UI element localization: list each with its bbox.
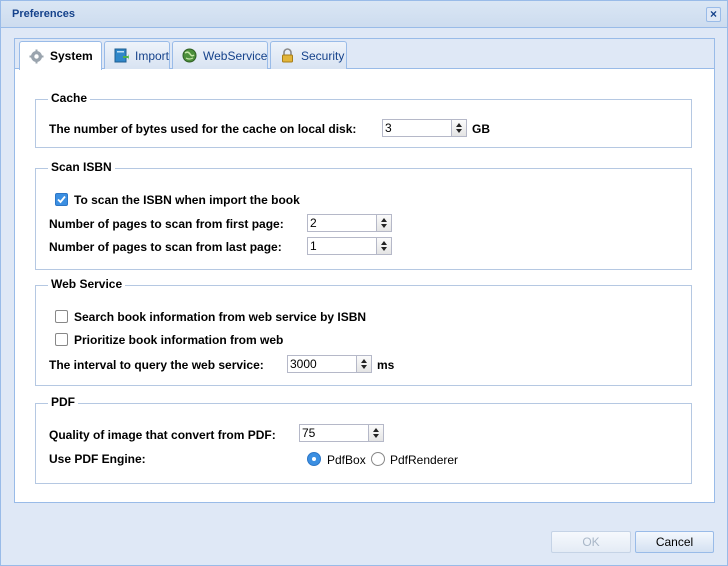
- pdf-fieldset: PDF Quality of image that convert from P…: [35, 395, 692, 484]
- tab-webservice[interactable]: WebService: [172, 41, 268, 69]
- ok-button[interactable]: OK: [551, 531, 631, 553]
- web-service-legend: Web Service: [48, 277, 126, 291]
- tab-strip: System Import WebService Security: [15, 39, 714, 70]
- interval-spinner[interactable]: 3000: [287, 355, 372, 373]
- import-icon: [114, 48, 129, 63]
- prioritize-web-checkbox[interactable]: [55, 333, 68, 346]
- interval-unit: ms: [377, 358, 395, 372]
- pdfbox-label: PdfBox: [327, 453, 366, 467]
- last-pages-value: 1: [310, 239, 317, 253]
- tab-import[interactable]: Import: [104, 41, 170, 69]
- search-web-checkbox[interactable]: [55, 310, 68, 323]
- cache-unit: GB: [472, 122, 490, 136]
- globe-icon: [182, 48, 197, 63]
- tab-security[interactable]: Security: [270, 41, 347, 69]
- gear-icon: [29, 49, 44, 64]
- first-pages-label: Number of pages to scan from first page:: [49, 217, 284, 231]
- quality-value: 75: [302, 426, 316, 440]
- quality-label: Quality of image that convert from PDF:: [49, 428, 276, 442]
- pdfrenderer-radio[interactable]: [371, 452, 385, 466]
- cache-size-label: The number of bytes used for the cache o…: [49, 122, 357, 136]
- scan-isbn-legend: Scan ISBN: [48, 160, 115, 174]
- window-title: Preferences: [12, 8, 75, 20]
- tab-label: Import: [135, 48, 170, 63]
- tab-system[interactable]: System: [19, 41, 102, 70]
- last-pages-spinner[interactable]: 1: [307, 237, 392, 255]
- tab-label: WebService: [203, 48, 268, 63]
- first-pages-value: 2: [310, 216, 317, 230]
- cache-size-spinner[interactable]: 3: [382, 119, 467, 137]
- tab-label: Security: [301, 48, 345, 63]
- pdfbox-radio[interactable]: [307, 452, 321, 466]
- spinner-arrows-icon[interactable]: [376, 215, 391, 231]
- engine-label: Use PDF Engine:: [49, 452, 146, 466]
- spinner-arrows-icon[interactable]: [451, 120, 466, 136]
- scan-isbn-fieldset: Scan ISBN To scan the ISBN when import t…: [35, 160, 692, 270]
- pdf-legend: PDF: [48, 395, 78, 409]
- lock-icon: [280, 48, 295, 63]
- first-pages-spinner[interactable]: 2: [307, 214, 392, 232]
- pdfrenderer-label: PdfRenderer: [390, 453, 459, 467]
- scan-isbn-checkbox[interactable]: [55, 193, 68, 206]
- tab-label: System: [50, 49, 93, 63]
- last-pages-label: Number of pages to scan from last page:: [49, 240, 282, 254]
- spinner-arrows-icon[interactable]: [376, 238, 391, 254]
- web-service-fieldset: Web Service Search book information from…: [35, 277, 692, 386]
- scan-isbn-label: To scan the ISBN when import the book: [74, 193, 300, 207]
- cancel-button[interactable]: Cancel: [635, 531, 714, 553]
- prioritize-web-label: Prioritize book information from web: [74, 333, 284, 347]
- cache-fieldset: Cache The number of bytes used for the c…: [35, 91, 692, 148]
- quality-spinner[interactable]: 75: [299, 424, 384, 442]
- search-web-label: Search book information from web service…: [74, 310, 367, 324]
- interval-value: 3000: [290, 357, 317, 371]
- spinner-arrows-icon[interactable]: [356, 356, 371, 372]
- title-bar[interactable]: Preferences ×: [1, 1, 727, 28]
- tab-panel: System Import WebService Security Cache …: [14, 38, 715, 503]
- spinner-arrows-icon[interactable]: [368, 425, 383, 441]
- preferences-window: Preferences × System Import WebService S…: [0, 0, 728, 566]
- close-icon[interactable]: ×: [706, 7, 721, 22]
- cache-legend: Cache: [48, 91, 91, 105]
- cache-size-value: 3: [385, 121, 392, 135]
- interval-label: The interval to query the web service:: [49, 358, 264, 372]
